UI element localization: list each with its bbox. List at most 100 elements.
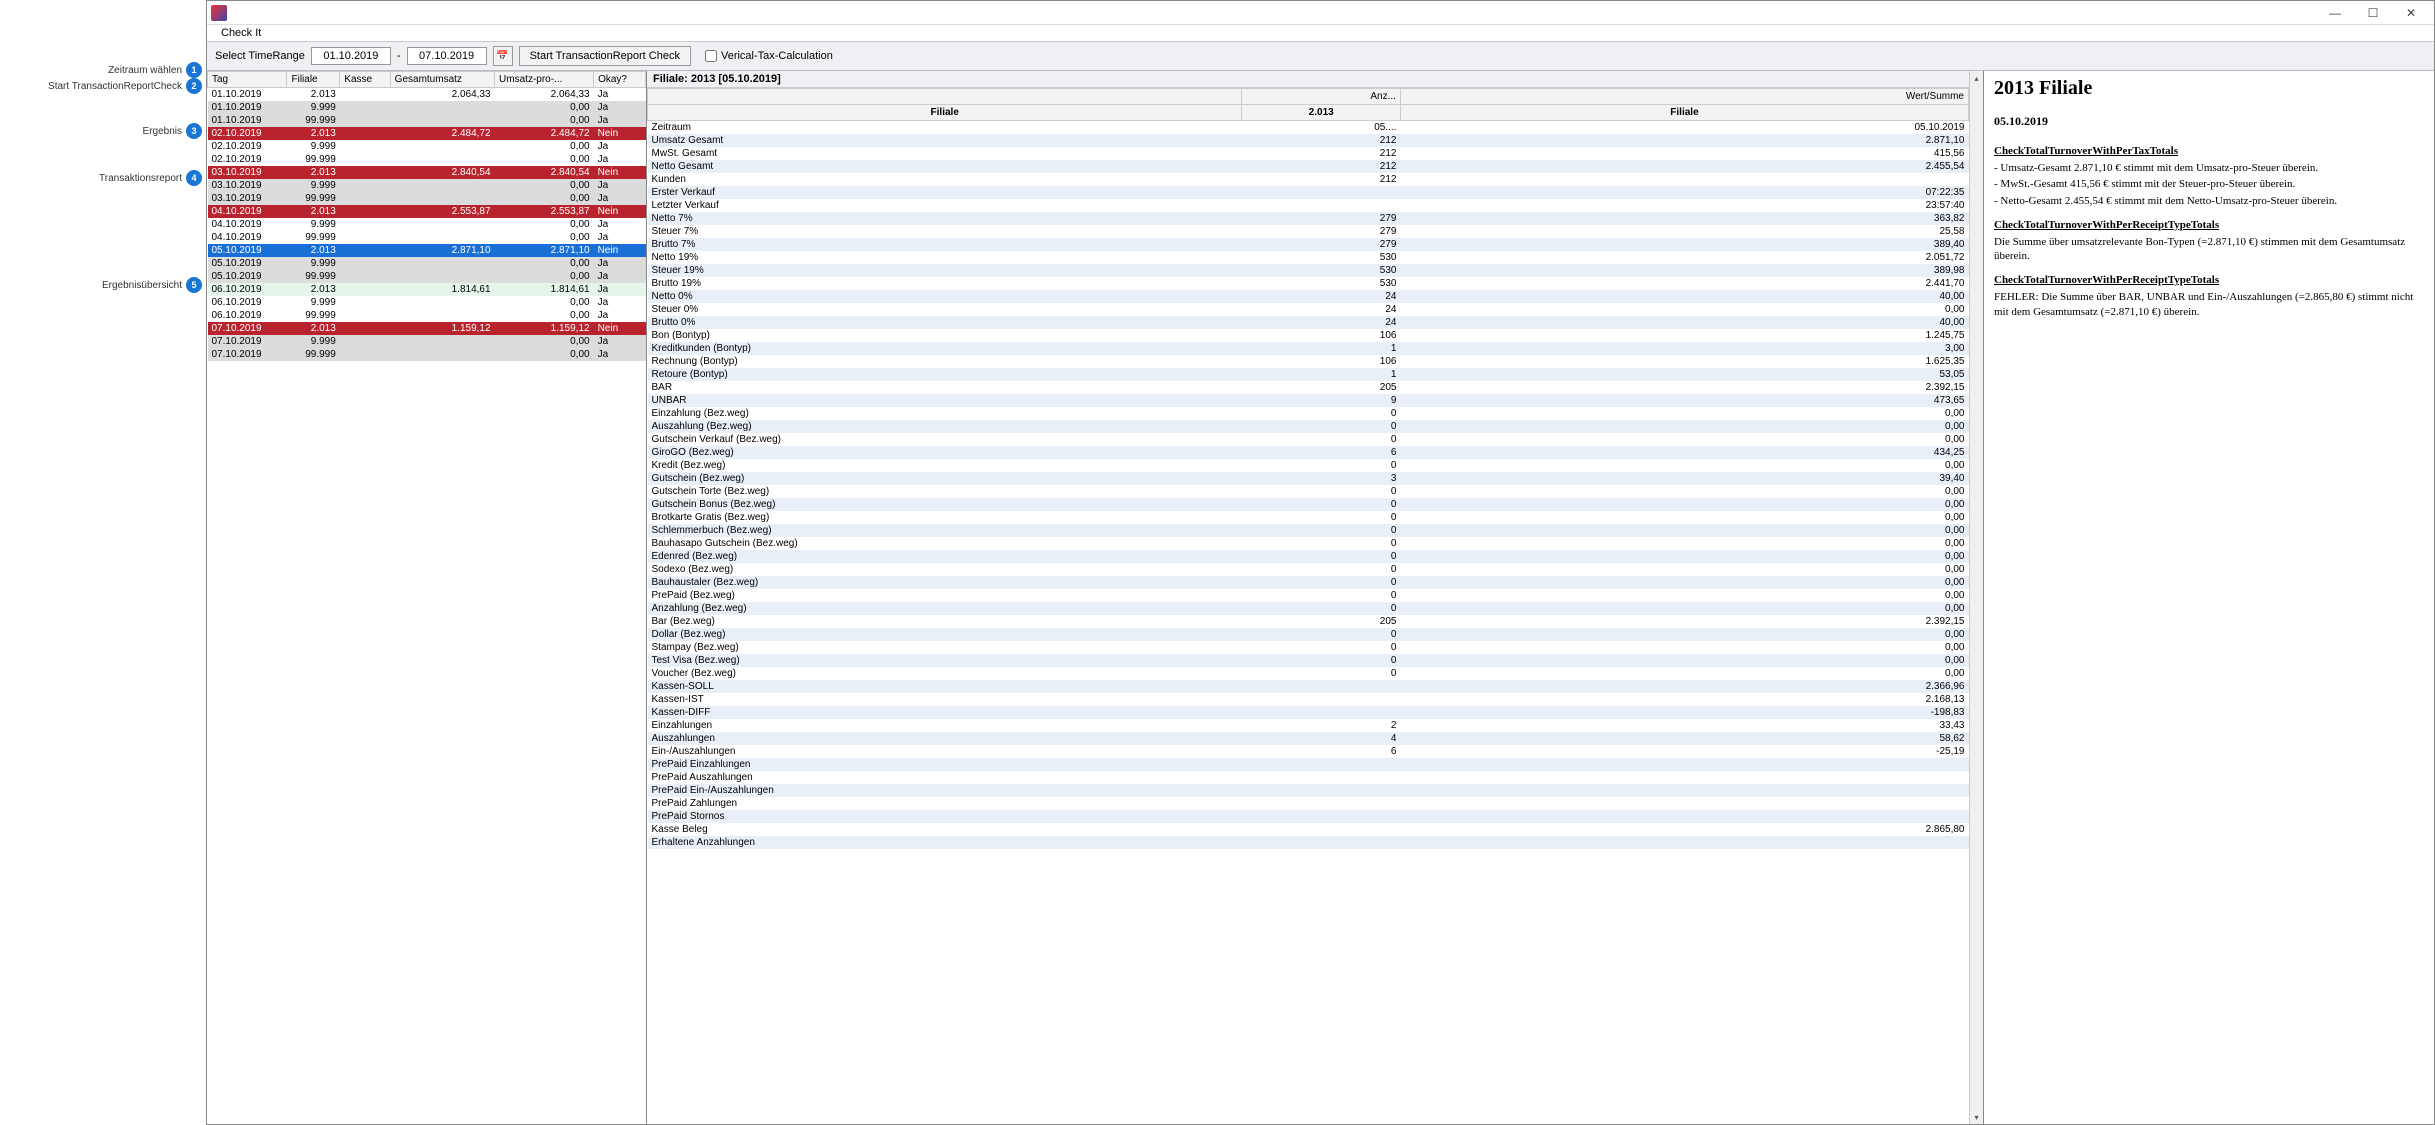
cell: 05.10.2019 bbox=[208, 257, 287, 270]
table-row[interactable]: 01.10.20192.0132.064,332.064,33Ja bbox=[208, 88, 646, 102]
result-col-header[interactable]: Filiale bbox=[287, 72, 340, 88]
detail-scroll[interactable]: Anz... Wert/Summe Filiale 2.013 Filiale … bbox=[647, 88, 1983, 1124]
detail-row[interactable]: Netto 7%279363,82 bbox=[648, 212, 1969, 225]
result-col-header[interactable]: Gesamtumsatz bbox=[390, 72, 494, 88]
scroll-down-icon[interactable]: ▾ bbox=[1970, 1110, 1983, 1124]
detail-row[interactable]: Kasse Beleg2.865,80 bbox=[648, 823, 1969, 836]
detail-scrollbar[interactable]: ▴ ▾ bbox=[1969, 71, 1983, 1124]
maximize-button[interactable]: ☐ bbox=[2354, 2, 2392, 24]
detail-row[interactable]: Netto 19%5302.051,72 bbox=[648, 251, 1969, 264]
table-row[interactable]: 05.10.20192.0132.871,102.871,10Nein bbox=[208, 244, 646, 257]
table-row[interactable]: 03.10.20192.0132.840,542.840,54Nein bbox=[208, 166, 646, 179]
table-row[interactable]: 02.10.201999.9990,00Ja bbox=[208, 153, 646, 166]
detail-row[interactable]: Steuer 7%27925,58 bbox=[648, 225, 1969, 238]
date-from-input[interactable] bbox=[311, 47, 391, 65]
detail-row[interactable]: Voucher (Bez.weg)00,00 bbox=[648, 667, 1969, 680]
detail-row[interactable]: Retoure (Bontyp)153,05 bbox=[648, 368, 1969, 381]
table-row[interactable]: 03.10.20199.9990,00Ja bbox=[208, 179, 646, 192]
detail-row[interactable]: Kassen-IST2.168,13 bbox=[648, 693, 1969, 706]
detail-row[interactable]: Erster Verkauf07:22:35 bbox=[648, 186, 1969, 199]
detail-row[interactable]: Gutschein (Bez.weg)339,40 bbox=[648, 472, 1969, 485]
detail-key: Edenred (Bez.weg) bbox=[648, 550, 1242, 563]
detail-row[interactable]: PrePaid Einzahlungen bbox=[648, 758, 1969, 771]
table-row[interactable]: 07.10.201999.9990,00Ja bbox=[208, 348, 646, 361]
detail-row[interactable]: Gutschein Bonus (Bez.weg)00,00 bbox=[648, 498, 1969, 511]
detail-row[interactable]: Bon (Bontyp)1061.245,75 bbox=[648, 329, 1969, 342]
detail-row[interactable]: GiroGO (Bez.weg)6434,25 bbox=[648, 446, 1969, 459]
detail-row[interactable]: Gutschein Verkauf (Bez.weg)00,00 bbox=[648, 433, 1969, 446]
minimize-button[interactable]: — bbox=[2316, 2, 2354, 24]
detail-row[interactable]: Erhaltene Anzahlungen bbox=[648, 836, 1969, 849]
table-row[interactable]: 04.10.20199.9990,00Ja bbox=[208, 218, 646, 231]
result-table-scroll[interactable]: TagFilialeKasseGesamtumsatzUmsatz-pro-..… bbox=[207, 71, 646, 1124]
result-col-header[interactable]: Kasse bbox=[340, 72, 390, 88]
detail-row[interactable]: Kassen-DIFF-198,83 bbox=[648, 706, 1969, 719]
table-row[interactable]: 05.10.201999.9990,00Ja bbox=[208, 270, 646, 283]
result-col-header[interactable]: Okay? bbox=[594, 72, 646, 88]
detail-row[interactable]: Sodexo (Bez.weg)00,00 bbox=[648, 563, 1969, 576]
detail-row[interactable]: Bauhaustaler (Bez.weg)00,00 bbox=[648, 576, 1969, 589]
table-row[interactable]: 06.10.201999.9990,00Ja bbox=[208, 309, 646, 322]
detail-row[interactable]: PrePaid Auszahlungen bbox=[648, 771, 1969, 784]
detail-row[interactable]: Brutto 0%2440,00 bbox=[648, 316, 1969, 329]
detail-row[interactable]: Kunden212 bbox=[648, 173, 1969, 186]
detail-row[interactable]: Bauhasapo Gutschein (Bez.weg)00,00 bbox=[648, 537, 1969, 550]
calendar-icon[interactable]: 📅 bbox=[493, 46, 513, 66]
detail-row[interactable]: Letzter Verkauf23:57:40 bbox=[648, 199, 1969, 212]
detail-row[interactable]: Einzahlungen233,43 bbox=[648, 719, 1969, 732]
detail-row[interactable]: Zeitraum05....05.10.2019 bbox=[648, 121, 1969, 135]
table-row[interactable]: 02.10.20192.0132.484,722.484,72Nein bbox=[208, 127, 646, 140]
detail-row[interactable]: Kredit (Bez.weg)00,00 bbox=[648, 459, 1969, 472]
table-row[interactable]: 01.10.201999.9990,00Ja bbox=[208, 114, 646, 127]
detail-row[interactable]: Ein-/Auszahlungen6-25,19 bbox=[648, 745, 1969, 758]
detail-row[interactable]: Gutschein Torte (Bez.weg)00,00 bbox=[648, 485, 1969, 498]
vertical-tax-checkbox[interactable]: Verical-Tax-Calculation bbox=[705, 50, 833, 62]
detail-row[interactable]: Umsatz Gesamt2122.871,10 bbox=[648, 134, 1969, 147]
table-row[interactable]: 06.10.20192.0131.814,611.814,61Ja bbox=[208, 283, 646, 296]
detail-row[interactable]: PrePaid Stornos bbox=[648, 810, 1969, 823]
detail-row[interactable]: Steuer 19%530389,98 bbox=[648, 264, 1969, 277]
vertical-tax-checkbox-input[interactable] bbox=[705, 50, 717, 62]
table-row[interactable]: 04.10.20192.0132.553,872.553,87Nein bbox=[208, 205, 646, 218]
detail-row[interactable]: Netto 0%2440,00 bbox=[648, 290, 1969, 303]
menu-checkit[interactable]: Check It bbox=[213, 25, 269, 41]
detail-row[interactable]: MwSt. Gesamt212415,56 bbox=[648, 147, 1969, 160]
scroll-up-icon[interactable]: ▴ bbox=[1970, 71, 1983, 85]
detail-row[interactable]: Brutto 19%5302.441,70 bbox=[648, 277, 1969, 290]
table-row[interactable]: 06.10.20199.9990,00Ja bbox=[208, 296, 646, 309]
detail-row[interactable]: Test Visa (Bez.weg)00,00 bbox=[648, 654, 1969, 667]
detail-row[interactable]: Anzahlung (Bez.weg)00,00 bbox=[648, 602, 1969, 615]
detail-row[interactable]: Brutto 7%279389,40 bbox=[648, 238, 1969, 251]
table-row[interactable]: 05.10.20199.9990,00Ja bbox=[208, 257, 646, 270]
table-row[interactable]: 03.10.201999.9990,00Ja bbox=[208, 192, 646, 205]
table-row[interactable]: 01.10.20199.9990,00Ja bbox=[208, 101, 646, 114]
detail-row[interactable]: Einzahlung (Bez.weg)00,00 bbox=[648, 407, 1969, 420]
detail-row[interactable]: Brotkarte Gratis (Bez.weg)00,00 bbox=[648, 511, 1969, 524]
detail-row[interactable]: Edenred (Bez.weg)00,00 bbox=[648, 550, 1969, 563]
detail-row[interactable]: Kreditkunden (Bontyp)13,00 bbox=[648, 342, 1969, 355]
detail-row[interactable]: PrePaid Zahlungen bbox=[648, 797, 1969, 810]
detail-row[interactable]: Kassen-SOLL2.366,96 bbox=[648, 680, 1969, 693]
detail-row[interactable]: BAR2052.392,15 bbox=[648, 381, 1969, 394]
detail-row[interactable]: Stampay (Bez.weg)00,00 bbox=[648, 641, 1969, 654]
detail-row[interactable]: PrePaid (Bez.weg)00,00 bbox=[648, 589, 1969, 602]
date-to-input[interactable] bbox=[407, 47, 487, 65]
table-row[interactable]: 07.10.20199.9990,00Ja bbox=[208, 335, 646, 348]
detail-row[interactable]: Steuer 0%240,00 bbox=[648, 303, 1969, 316]
detail-row[interactable]: Rechnung (Bontyp)1061.625,35 bbox=[648, 355, 1969, 368]
result-col-header[interactable]: Umsatz-pro-... bbox=[495, 72, 594, 88]
start-check-button[interactable]: Start TransactionReport Check bbox=[519, 46, 691, 66]
result-col-header[interactable]: Tag bbox=[208, 72, 287, 88]
detail-row[interactable]: Dollar (Bez.weg)00,00 bbox=[648, 628, 1969, 641]
detail-row[interactable]: Auszahlung (Bez.weg)00,00 bbox=[648, 420, 1969, 433]
detail-row[interactable]: Auszahlungen458,62 bbox=[648, 732, 1969, 745]
detail-row[interactable]: Bar (Bez.weg)2052.392,15 bbox=[648, 615, 1969, 628]
table-row[interactable]: 07.10.20192.0131.159,121.159,12Nein bbox=[208, 322, 646, 335]
table-row[interactable]: 04.10.201999.9990,00Ja bbox=[208, 231, 646, 244]
detail-row[interactable]: Netto Gesamt2122.455,54 bbox=[648, 160, 1969, 173]
detail-row[interactable]: PrePaid Ein-/Auszahlungen bbox=[648, 784, 1969, 797]
detail-row[interactable]: UNBAR9473,65 bbox=[648, 394, 1969, 407]
close-button[interactable]: ✕ bbox=[2392, 2, 2430, 24]
detail-row[interactable]: Schlemmerbuch (Bez.weg)00,00 bbox=[648, 524, 1969, 537]
table-row[interactable]: 02.10.20199.9990,00Ja bbox=[208, 140, 646, 153]
